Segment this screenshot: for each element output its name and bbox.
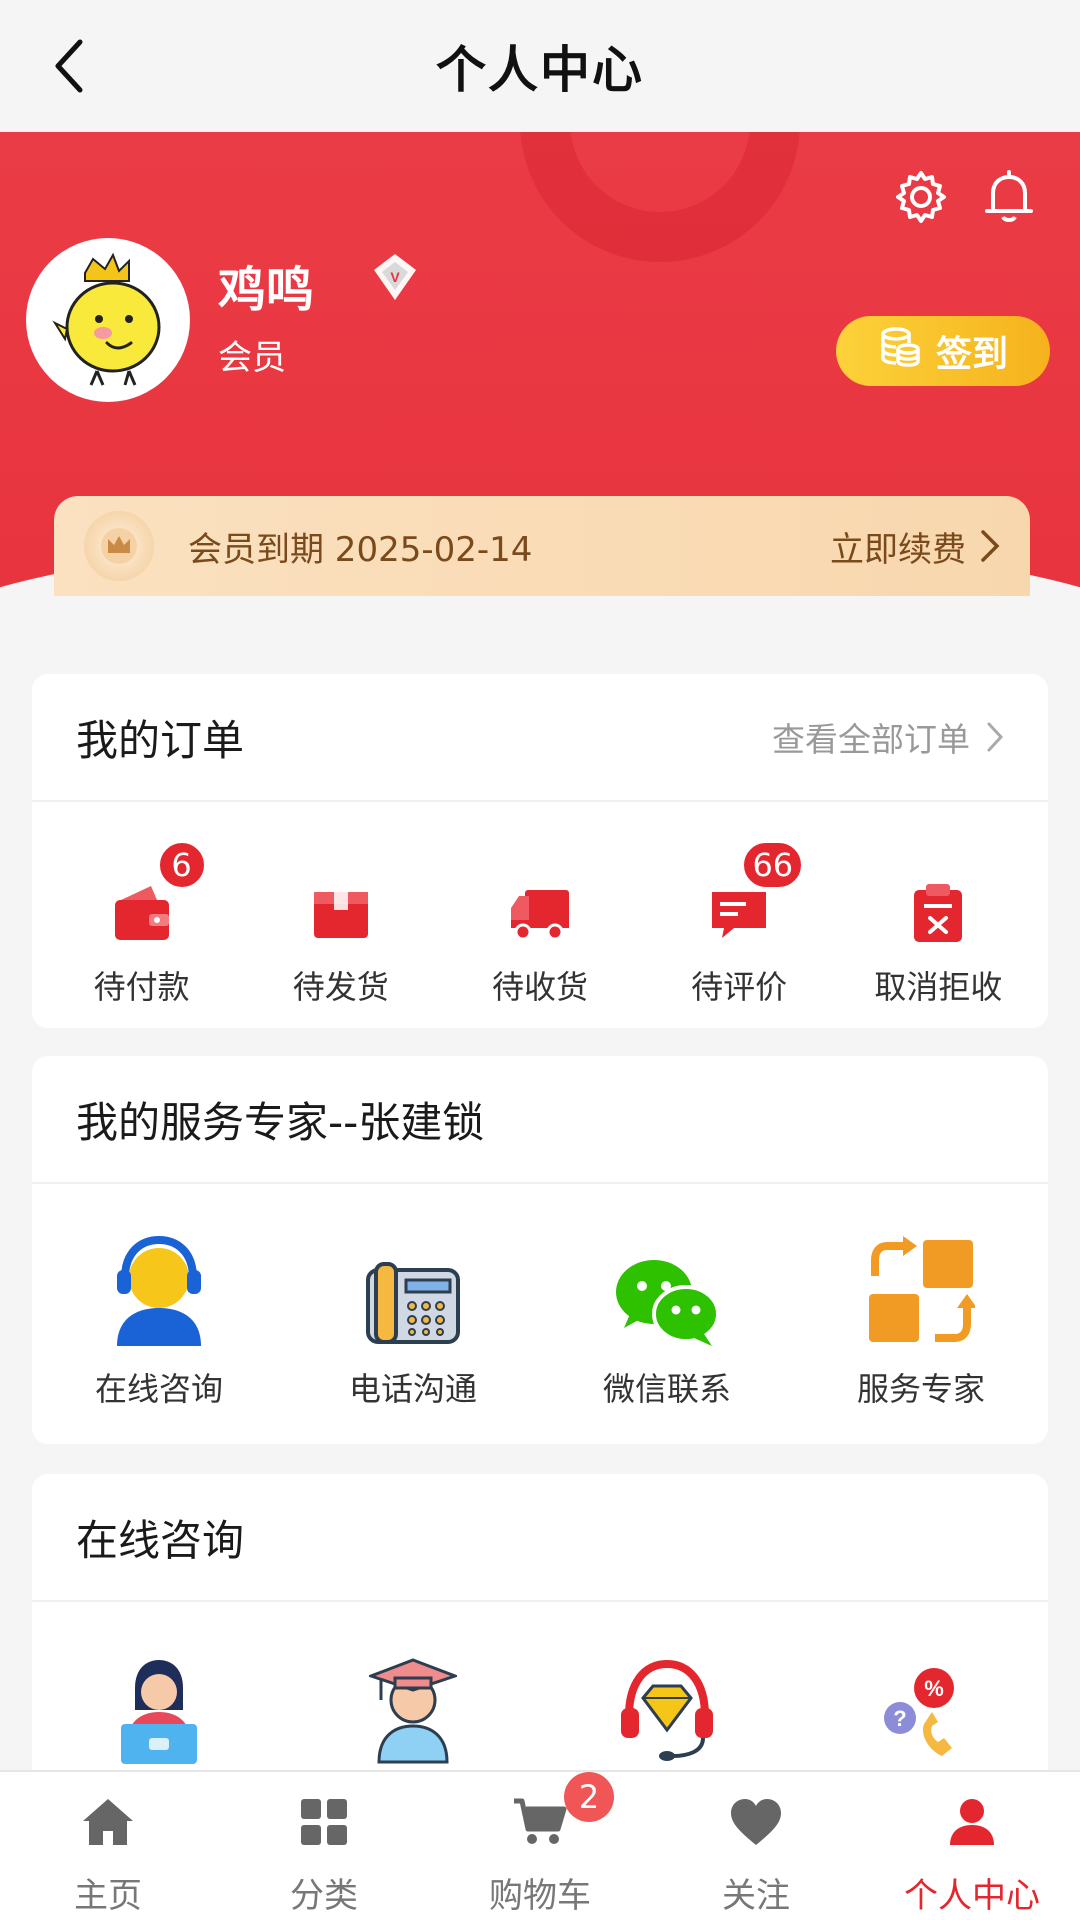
order-item-label: 待付款: [93, 968, 190, 1006]
member-level: 会员: [218, 338, 286, 378]
order-item-label: 待评价: [691, 968, 788, 1006]
tab-label: 关注: [722, 1876, 790, 1916]
cart-badge: 2: [564, 1772, 614, 1822]
expert-wechat[interactable]: 微信联系: [540, 1184, 794, 1410]
svg-text:?: ?: [893, 1706, 906, 1731]
vip-diamond-icon: V: [372, 252, 418, 302]
consult-title: 在线咨询: [76, 1515, 245, 1565]
app-root: 个人中心 鸡鸣 V 会员 签到 会员到期 2025-02-14 立即续费 我的订…: [0, 0, 1080, 1920]
renew-link[interactable]: 立即续费: [830, 522, 1000, 571]
consult-item[interactable]: [286, 1602, 540, 1764]
home-icon: [81, 1792, 135, 1852]
discount-phone-icon: % ?: [876, 1648, 966, 1764]
chevron-left-icon[interactable]: [40, 36, 100, 96]
tab-profile[interactable]: 个人中心: [864, 1772, 1080, 1920]
tab-label: 主页: [74, 1876, 142, 1916]
graduate-icon: [369, 1648, 457, 1764]
expert-item-label: 电话沟通: [348, 1370, 477, 1408]
bottom-tab-bar: 主页 分类 2 购物车 关注 个人中心: [0, 1770, 1080, 1920]
expert-item-label: 服务专家: [856, 1370, 985, 1408]
tab-label: 个人中心: [904, 1876, 1040, 1916]
view-all-label: 查看全部订单: [772, 720, 970, 759]
order-item-label: 待收货: [491, 968, 588, 1006]
wallet-icon: 6: [111, 840, 207, 944]
crown-icon: [84, 511, 154, 581]
consult-item[interactable]: % ?: [794, 1602, 1048, 1764]
tab-label: 购物车: [489, 1876, 591, 1916]
badge-count: 6: [156, 840, 207, 890]
tab-label: 分类: [290, 1876, 358, 1916]
consult-header: 在线咨询: [32, 1474, 1048, 1602]
order-pending-review[interactable]: 66 待评价: [640, 802, 839, 1008]
order-pending-shipment[interactable]: 待发货: [241, 802, 440, 1008]
renew-label: 立即续费: [830, 529, 966, 570]
orders-header: 我的订单 查看全部订单: [32, 674, 1048, 802]
tab-follow[interactable]: 关注: [648, 1772, 864, 1920]
checkin-button[interactable]: 签到: [836, 316, 1050, 386]
tab-cart[interactable]: 2 购物车: [432, 1772, 648, 1920]
checkin-label: 签到: [935, 334, 1008, 375]
user-icon: [947, 1792, 997, 1852]
coins-icon: [878, 325, 922, 378]
avatar[interactable]: [26, 238, 190, 402]
tab-category[interactable]: 分类: [216, 1772, 432, 1920]
order-item-label: 取消拒收: [874, 968, 1003, 1006]
order-cancel-reject[interactable]: 取消拒收: [839, 802, 1038, 1008]
laptop-agent-icon: [113, 1648, 205, 1764]
gear-icon[interactable]: [886, 162, 956, 232]
wechat-icon: [612, 1230, 722, 1346]
view-all-orders-link[interactable]: 查看全部订单: [772, 713, 1004, 761]
telephone-icon: [364, 1230, 462, 1346]
grid-icon: [299, 1792, 349, 1852]
order-pending-receipt[interactable]: 待收货: [440, 802, 639, 1008]
cart-icon: 2: [512, 1772, 614, 1852]
page-title: 个人中心: [436, 41, 644, 99]
headset-agent-icon: [107, 1230, 211, 1346]
expert-contact-grid: 在线咨询 电话沟通 微信联系 服务专家: [32, 1184, 1048, 1410]
top-nav: 个人中心: [0, 0, 1080, 132]
orders-card: 我的订单 查看全部订单 6 待付款 待发货 待收货 66 待评价 取消拒收: [32, 674, 1048, 1028]
truck-icon: [507, 854, 573, 944]
member-expire-date: 会员到期 2025-02-14: [188, 529, 533, 570]
expert-title: 我的服务专家--张建锁: [76, 1097, 485, 1147]
consult-card: 在线咨询 % ?: [32, 1474, 1048, 1804]
expert-header: 我的服务专家--张建锁: [32, 1056, 1048, 1184]
expert-item-label: 微信联系: [602, 1370, 731, 1408]
package-icon: [310, 854, 372, 944]
profile-header: 鸡鸣 V 会员 签到 会员到期 2025-02-14 立即续费: [0, 132, 1080, 622]
orders-title: 我的订单: [76, 715, 245, 765]
clipboard-cancel-icon: [910, 854, 966, 944]
expert-card: 我的服务专家--张建锁 在线咨询 电话沟通 微信联系 服务专家: [32, 1056, 1048, 1444]
consult-item[interactable]: [540, 1602, 794, 1764]
svg-text:%: %: [924, 1676, 944, 1701]
order-pending-payment[interactable]: 6 待付款: [42, 802, 241, 1008]
heart-icon: [729, 1792, 783, 1852]
expert-online-consult[interactable]: 在线咨询: [32, 1184, 286, 1410]
expert-phone[interactable]: 电话沟通: [286, 1184, 540, 1410]
chevron-right-icon: [981, 530, 1000, 562]
tab-home[interactable]: 主页: [0, 1772, 216, 1920]
svg-text:V: V: [390, 269, 400, 285]
diamond-headset-icon: [617, 1648, 717, 1764]
decorative-ring: [520, 132, 800, 262]
membership-bar[interactable]: 会员到期 2025-02-14 立即续费: [54, 496, 1030, 596]
expert-item-label: 在线咨询: [94, 1370, 223, 1408]
bell-icon[interactable]: [974, 162, 1044, 232]
badge-count: 66: [741, 840, 805, 890]
comment-icon: 66: [708, 840, 805, 944]
expert-service[interactable]: 服务专家: [794, 1184, 1048, 1410]
swap-squares-icon: [867, 1230, 975, 1346]
order-status-grid: 6 待付款 待发货 待收货 66 待评价 取消拒收: [32, 802, 1048, 1008]
chevron-right-icon: [987, 722, 1004, 752]
order-item-label: 待发货: [292, 968, 389, 1006]
user-name: 鸡鸣: [218, 262, 315, 318]
consult-grid: % ?: [32, 1602, 1048, 1764]
consult-item[interactable]: [32, 1602, 286, 1764]
